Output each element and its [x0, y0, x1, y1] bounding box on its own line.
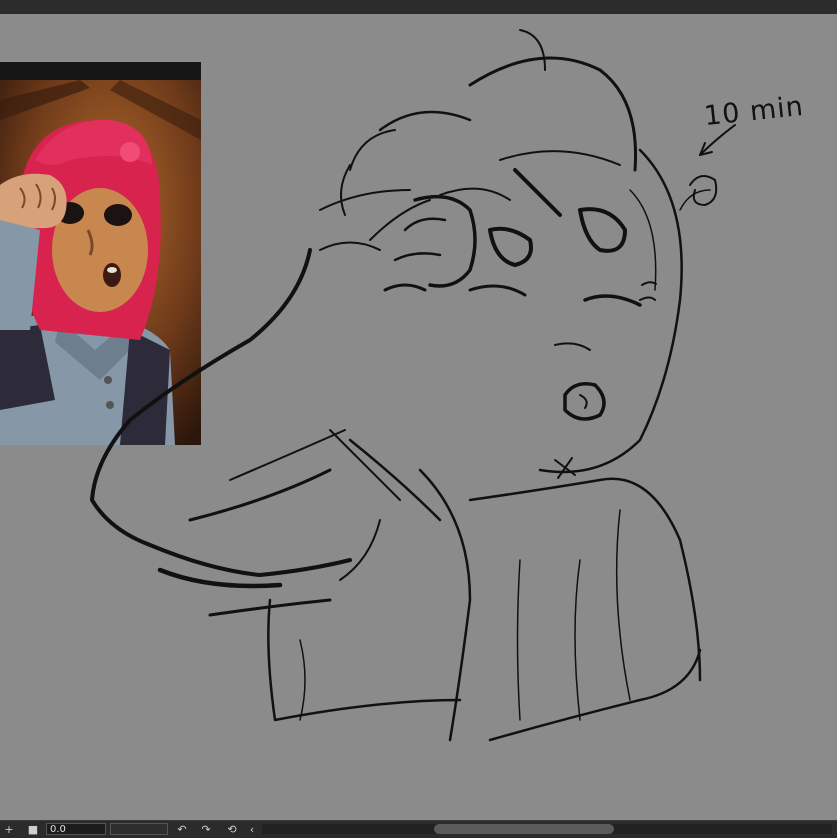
- status-bar: + ■ 0.0 ↶ ↷ ⟲ ‹: [0, 820, 837, 838]
- chevron-left-icon[interactable]: ‹: [246, 822, 258, 837]
- square-icon[interactable]: ■: [26, 822, 40, 837]
- undo-icon[interactable]: ↶: [174, 822, 190, 837]
- redo-icon[interactable]: ↷: [198, 822, 214, 837]
- rotation-slider[interactable]: [110, 823, 168, 835]
- reset-rotation-icon[interactable]: ⟲: [224, 822, 240, 837]
- horizontal-scrollbar-thumb[interactable]: [434, 824, 614, 834]
- plus-icon[interactable]: +: [2, 822, 16, 837]
- rotation-angle-field[interactable]: 0.0: [46, 823, 106, 835]
